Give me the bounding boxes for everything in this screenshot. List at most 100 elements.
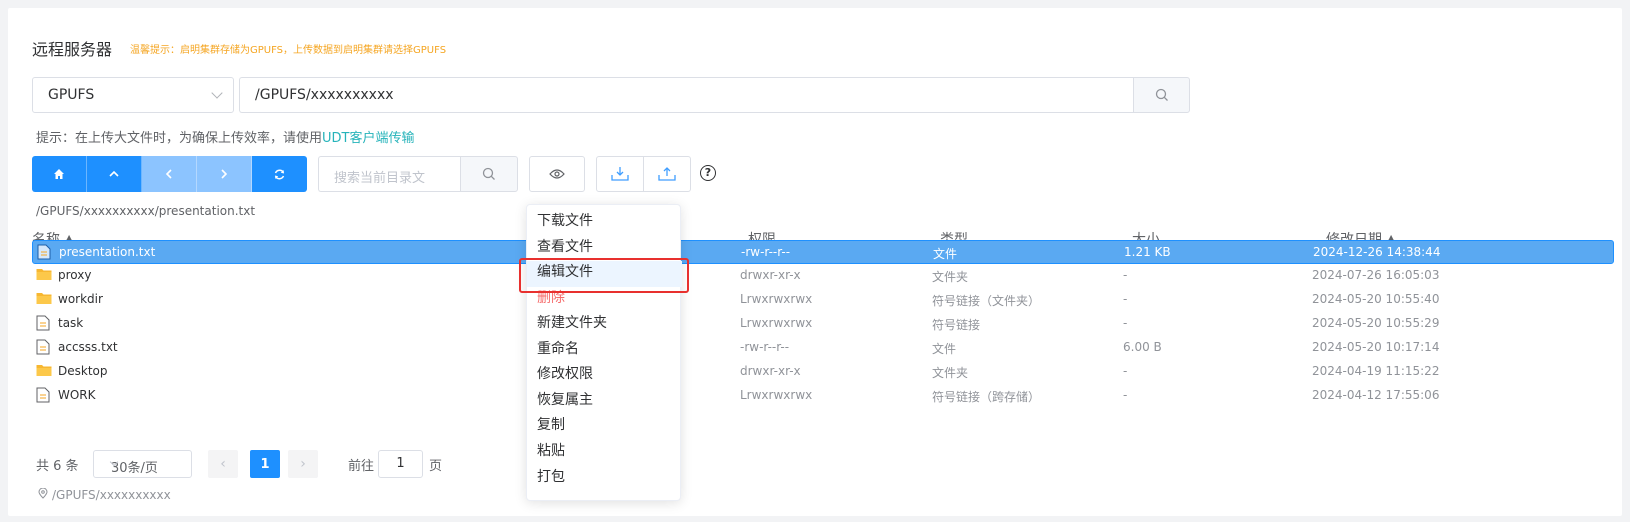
page-title: 远程服务器 bbox=[32, 40, 113, 59]
dir-search-button[interactable] bbox=[460, 156, 518, 192]
file-date: 2024-05-20 10:55:29 bbox=[1312, 316, 1440, 330]
folder-icon bbox=[36, 363, 52, 380]
file-perm: -rw-r--r-- bbox=[741, 245, 791, 259]
eye-icon bbox=[549, 169, 565, 179]
file-size: - bbox=[1123, 364, 1128, 378]
chevron-left-icon bbox=[165, 169, 172, 179]
dir-search-placeholder: 搜索当前目录文 bbox=[334, 171, 426, 186]
table-row[interactable]: proxy drwxr-xr-x 文件夹 - 2024-07-26 16:05:03 bbox=[32, 264, 1614, 288]
context-menu-item[interactable]: 恢复属主 bbox=[537, 389, 593, 409]
breadcrumb: /GPUFS/xxxxxxxxxx/presentation.txt bbox=[36, 204, 256, 218]
table-row[interactable]: workdir Lrwxrwxrwx 符号链接（文件夹） - 2024-05-20 10… bbox=[32, 288, 1614, 312]
file-date: 2024-05-20 10:17:14 bbox=[1312, 340, 1440, 354]
next-page-button[interactable]: › bbox=[288, 450, 318, 478]
storage-select[interactable]: GPUFS bbox=[32, 77, 234, 113]
search-icon bbox=[482, 167, 495, 180]
context-menu: 下载文件 查看文件 编辑文件 删除 新建文件夹 重命名 修改权限 恢复属主 复制 粘贴 打包 bbox=[526, 204, 682, 501]
help-icon[interactable]: ? bbox=[700, 165, 716, 181]
table-row[interactable]: task Lrwxrwxrwx 符号链接 - 2024-05-20 10:55:29 bbox=[32, 312, 1614, 336]
context-menu-item[interactable]: 修改权限 bbox=[537, 363, 593, 383]
context-menu-item[interactable]: 粘贴 bbox=[537, 440, 565, 460]
upload-tip-text: 提示：在上传大文件时，为确保上传效率，请使用 bbox=[36, 131, 323, 146]
upload-button[interactable] bbox=[643, 156, 691, 192]
file-size: 6.00 B bbox=[1123, 340, 1162, 354]
chevron-down-icon bbox=[211, 87, 223, 99]
download-icon bbox=[611, 167, 629, 181]
udt-client-link[interactable]: UDT客户端传输 bbox=[322, 131, 414, 146]
file-date: 2024-07-26 16:05:03 bbox=[1312, 268, 1440, 282]
storage-select-value: GPUFS bbox=[48, 87, 95, 103]
file-date: 2024-04-19 11:15:22 bbox=[1312, 364, 1440, 378]
up-button[interactable] bbox=[87, 156, 142, 192]
footer-path-text: /GPUFS/xxxxxxxxxx bbox=[52, 488, 171, 502]
nav-button-group bbox=[32, 156, 307, 192]
dir-search-input[interactable]: 搜索当前目录文 bbox=[318, 156, 461, 192]
file-type: 文件夹 bbox=[932, 270, 969, 284]
warning-tip: 温馨提示：启明集群存储为GPUFS，上传数据到启明集群请选择GPUFS bbox=[130, 45, 447, 56]
file-icon bbox=[37, 244, 51, 263]
goto-label: 前往 bbox=[348, 459, 375, 474]
file-type: 符号链接（跨存储） bbox=[932, 390, 1041, 404]
file-date: 2024-12-26 14:38:44 bbox=[1313, 245, 1441, 259]
context-menu-item[interactable]: 重命名 bbox=[537, 338, 579, 358]
file-name: accsss.txt bbox=[58, 340, 118, 354]
forward-button[interactable] bbox=[197, 156, 252, 192]
file-name: task bbox=[58, 316, 84, 330]
context-menu-item[interactable]: 查看文件 bbox=[537, 236, 593, 256]
page-size-value: 30条/页 bbox=[111, 461, 158, 476]
context-menu-item[interactable]: 打包 bbox=[537, 466, 565, 486]
table-row[interactable]: WORK Lrwxrwxrwx 符号链接（跨存储） - 2024-04-12 17:55… bbox=[32, 384, 1614, 408]
footer-path: /GPUFS/xxxxxxxxxx bbox=[38, 487, 171, 502]
goto-page-suffix: 页 bbox=[429, 459, 443, 474]
folder-icon bbox=[36, 267, 52, 284]
file-name: WORK bbox=[58, 388, 96, 402]
back-button[interactable] bbox=[142, 156, 197, 192]
file-perm: Lrwxrwxrwx bbox=[740, 316, 813, 330]
prev-page-button[interactable]: ‹ bbox=[208, 450, 238, 478]
page-number-current[interactable]: 1 bbox=[250, 450, 280, 478]
file-type: 文件 bbox=[933, 247, 958, 261]
file-size: - bbox=[1123, 292, 1128, 306]
path-search-button[interactable] bbox=[1133, 77, 1190, 113]
file-size: - bbox=[1123, 316, 1128, 330]
download-button[interactable] bbox=[596, 156, 644, 192]
toggle-hidden-button[interactable] bbox=[529, 156, 585, 192]
file-perm: -rw-r--r-- bbox=[740, 340, 790, 354]
file-size: - bbox=[1123, 388, 1128, 402]
location-icon bbox=[38, 487, 48, 499]
table-row[interactable]: Desktop drwxr-xr-x 文件夹 - 2024-04-19 11:15:22 bbox=[32, 360, 1614, 384]
page-size-select[interactable]: 30条/页 bbox=[93, 450, 192, 478]
upload-icon bbox=[658, 167, 676, 181]
annotation-highlight-box bbox=[519, 258, 689, 293]
home-button[interactable] bbox=[32, 156, 87, 192]
file-icon bbox=[36, 387, 50, 406]
file-name: Desktop bbox=[58, 364, 108, 378]
file-perm: drwxr-xr-x bbox=[740, 268, 801, 282]
file-type: 文件夹 bbox=[932, 366, 969, 380]
table-row[interactable]: accsss.txt -rw-r--r-- 文件 6.00 B 2024-05-20 1… bbox=[32, 336, 1614, 360]
file-perm: Lrwxrwxrwx bbox=[740, 388, 813, 402]
search-icon bbox=[1155, 88, 1168, 101]
home-icon bbox=[54, 169, 64, 179]
file-size: - bbox=[1123, 268, 1128, 282]
path-input-value: /GPUFS/xxxxxxxxxx bbox=[255, 87, 394, 103]
chevron-right-icon bbox=[221, 169, 228, 179]
file-date: 2024-05-20 10:55:40 bbox=[1312, 292, 1440, 306]
folder-icon bbox=[36, 291, 52, 308]
file-name: presentation.txt bbox=[59, 245, 156, 259]
file-perm: Lrwxrwxrwx bbox=[740, 292, 813, 306]
refresh-icon bbox=[274, 169, 285, 179]
file-type: 符号链接（文件夹） bbox=[932, 294, 1041, 308]
path-input[interactable]: /GPUFS/xxxxxxxxxx bbox=[239, 77, 1134, 113]
upload-tip: 提示：在上传大文件时，为确保上传效率，请使用UDT客户端传输 bbox=[36, 127, 414, 146]
table-row[interactable]: presentation.txt -rw-r--r-- 文件 1.21 KB 2024-… bbox=[32, 240, 1614, 264]
goto-page-input[interactable]: 1 bbox=[378, 450, 423, 478]
file-name: proxy bbox=[58, 268, 92, 282]
context-menu-item[interactable]: 复制 bbox=[537, 414, 565, 434]
context-menu-item[interactable]: 新建文件夹 bbox=[537, 312, 607, 332]
file-type: 符号链接 bbox=[932, 318, 981, 332]
refresh-button[interactable] bbox=[252, 156, 307, 192]
file-perm: drwxr-xr-x bbox=[740, 364, 801, 378]
context-menu-item[interactable]: 下载文件 bbox=[537, 210, 593, 230]
file-type: 文件 bbox=[932, 342, 957, 356]
